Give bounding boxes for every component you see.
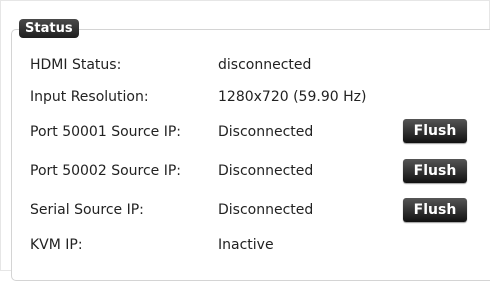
port-50002-source-ip-value: Disconnected	[218, 163, 314, 179]
flush-port-50001-button[interactable]: Flush	[403, 119, 467, 143]
hdmi-status-value: disconnected	[218, 57, 312, 73]
port-50001-source-ip-label: Port 50001 Source IP:	[30, 124, 182, 140]
input-resolution-label: Input Resolution:	[30, 89, 149, 105]
section-title: Status	[19, 19, 79, 38]
hdmi-status-label: HDMI Status:	[30, 57, 122, 73]
port-50001-source-ip-value: Disconnected	[218, 124, 314, 140]
flush-port-50002-button[interactable]: Flush	[403, 159, 467, 183]
port-50002-source-ip-label: Port 50002 Source IP:	[30, 163, 182, 179]
input-resolution-value: 1280x720 (59.90 Hz)	[218, 89, 367, 105]
serial-source-ip-value: Disconnected	[218, 202, 314, 218]
flush-serial-button[interactable]: Flush	[403, 198, 467, 222]
kvm-ip-label: KVM IP:	[30, 237, 83, 253]
kvm-ip-value: Inactive	[218, 237, 274, 253]
serial-source-ip-label: Serial Source IP:	[30, 202, 144, 218]
